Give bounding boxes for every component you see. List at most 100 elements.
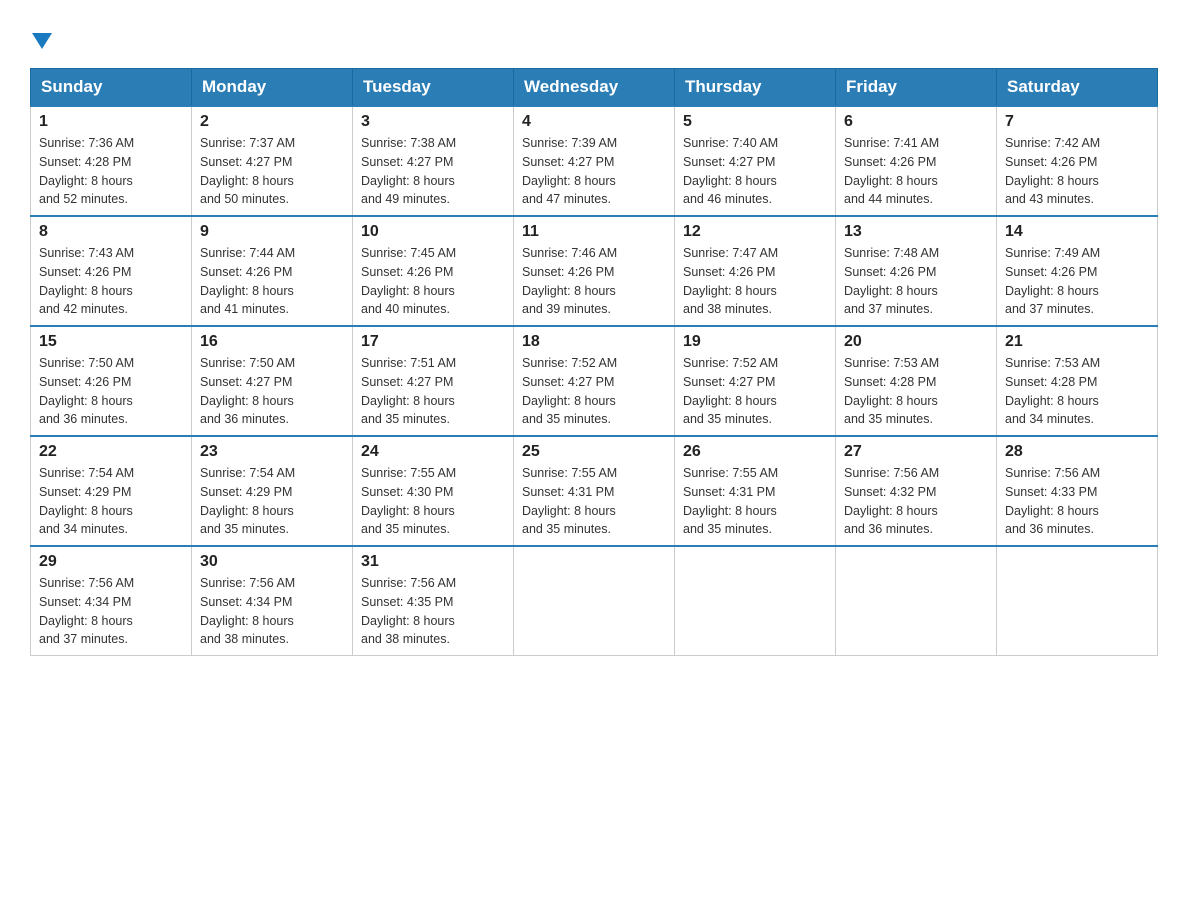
day-info: Sunrise: 7:39 AMSunset: 4:27 PMDaylight:… <box>522 136 617 206</box>
day-info: Sunrise: 7:37 AMSunset: 4:27 PMDaylight:… <box>200 136 295 206</box>
calendar-cell: 21 Sunrise: 7:53 AMSunset: 4:28 PMDaylig… <box>997 326 1158 436</box>
day-number: 10 <box>361 223 505 241</box>
calendar-cell <box>675 546 836 656</box>
day-number: 25 <box>522 443 666 461</box>
calendar-cell: 26 Sunrise: 7:55 AMSunset: 4:31 PMDaylig… <box>675 436 836 546</box>
calendar-cell: 11 Sunrise: 7:46 AMSunset: 4:26 PMDaylig… <box>514 216 675 326</box>
day-info: Sunrise: 7:55 AMSunset: 4:30 PMDaylight:… <box>361 466 456 536</box>
calendar-week-row: 22 Sunrise: 7:54 AMSunset: 4:29 PMDaylig… <box>31 436 1158 546</box>
day-number: 20 <box>844 333 988 351</box>
day-number: 7 <box>1005 113 1149 131</box>
day-number: 15 <box>39 333 183 351</box>
day-number: 31 <box>361 553 505 571</box>
day-number: 30 <box>200 553 344 571</box>
calendar-cell: 18 Sunrise: 7:52 AMSunset: 4:27 PMDaylig… <box>514 326 675 436</box>
calendar-header-row: SundayMondayTuesdayWednesdayThursdayFrid… <box>31 69 1158 107</box>
logo <box>30 20 52 52</box>
day-info: Sunrise: 7:52 AMSunset: 4:27 PMDaylight:… <box>683 356 778 426</box>
day-number: 24 <box>361 443 505 461</box>
calendar-day-header: Tuesday <box>353 69 514 107</box>
day-info: Sunrise: 7:41 AMSunset: 4:26 PMDaylight:… <box>844 136 939 206</box>
day-number: 26 <box>683 443 827 461</box>
calendar-cell: 25 Sunrise: 7:55 AMSunset: 4:31 PMDaylig… <box>514 436 675 546</box>
calendar-cell <box>997 546 1158 656</box>
day-info: Sunrise: 7:52 AMSunset: 4:27 PMDaylight:… <box>522 356 617 426</box>
day-info: Sunrise: 7:54 AMSunset: 4:29 PMDaylight:… <box>200 466 295 536</box>
day-number: 13 <box>844 223 988 241</box>
day-info: Sunrise: 7:50 AMSunset: 4:26 PMDaylight:… <box>39 356 134 426</box>
day-number: 21 <box>1005 333 1149 351</box>
calendar-cell: 10 Sunrise: 7:45 AMSunset: 4:26 PMDaylig… <box>353 216 514 326</box>
day-number: 1 <box>39 113 183 131</box>
calendar-cell: 2 Sunrise: 7:37 AMSunset: 4:27 PMDayligh… <box>192 106 353 216</box>
calendar-cell: 20 Sunrise: 7:53 AMSunset: 4:28 PMDaylig… <box>836 326 997 436</box>
calendar-cell: 29 Sunrise: 7:56 AMSunset: 4:34 PMDaylig… <box>31 546 192 656</box>
calendar-cell: 17 Sunrise: 7:51 AMSunset: 4:27 PMDaylig… <box>353 326 514 436</box>
calendar-week-row: 15 Sunrise: 7:50 AMSunset: 4:26 PMDaylig… <box>31 326 1158 436</box>
day-info: Sunrise: 7:49 AMSunset: 4:26 PMDaylight:… <box>1005 246 1100 316</box>
calendar-day-header: Thursday <box>675 69 836 107</box>
day-info: Sunrise: 7:55 AMSunset: 4:31 PMDaylight:… <box>683 466 778 536</box>
calendar-week-row: 1 Sunrise: 7:36 AMSunset: 4:28 PMDayligh… <box>31 106 1158 216</box>
logo-line1 <box>30 20 52 52</box>
calendar-cell: 15 Sunrise: 7:50 AMSunset: 4:26 PMDaylig… <box>31 326 192 436</box>
day-number: 3 <box>361 113 505 131</box>
calendar-table: SundayMondayTuesdayWednesdayThursdayFrid… <box>30 68 1158 656</box>
day-info: Sunrise: 7:51 AMSunset: 4:27 PMDaylight:… <box>361 356 456 426</box>
day-info: Sunrise: 7:43 AMSunset: 4:26 PMDaylight:… <box>39 246 134 316</box>
day-number: 17 <box>361 333 505 351</box>
calendar-cell: 13 Sunrise: 7:48 AMSunset: 4:26 PMDaylig… <box>836 216 997 326</box>
calendar-cell: 3 Sunrise: 7:38 AMSunset: 4:27 PMDayligh… <box>353 106 514 216</box>
day-number: 23 <box>200 443 344 461</box>
day-number: 8 <box>39 223 183 241</box>
day-info: Sunrise: 7:55 AMSunset: 4:31 PMDaylight:… <box>522 466 617 536</box>
day-info: Sunrise: 7:53 AMSunset: 4:28 PMDaylight:… <box>844 356 939 426</box>
day-info: Sunrise: 7:56 AMSunset: 4:33 PMDaylight:… <box>1005 466 1100 536</box>
day-number: 4 <box>522 113 666 131</box>
day-number: 9 <box>200 223 344 241</box>
logo-triangle-icon <box>32 33 52 49</box>
calendar-cell: 31 Sunrise: 7:56 AMSunset: 4:35 PMDaylig… <box>353 546 514 656</box>
day-number: 11 <box>522 223 666 241</box>
day-info: Sunrise: 7:44 AMSunset: 4:26 PMDaylight:… <box>200 246 295 316</box>
day-number: 6 <box>844 113 988 131</box>
calendar-cell: 1 Sunrise: 7:36 AMSunset: 4:28 PMDayligh… <box>31 106 192 216</box>
calendar-cell: 5 Sunrise: 7:40 AMSunset: 4:27 PMDayligh… <box>675 106 836 216</box>
day-info: Sunrise: 7:38 AMSunset: 4:27 PMDaylight:… <box>361 136 456 206</box>
calendar-day-header: Monday <box>192 69 353 107</box>
calendar-cell: 27 Sunrise: 7:56 AMSunset: 4:32 PMDaylig… <box>836 436 997 546</box>
day-info: Sunrise: 7:56 AMSunset: 4:34 PMDaylight:… <box>200 576 295 646</box>
calendar-day-header: Wednesday <box>514 69 675 107</box>
calendar-cell <box>836 546 997 656</box>
calendar-cell: 16 Sunrise: 7:50 AMSunset: 4:27 PMDaylig… <box>192 326 353 436</box>
day-info: Sunrise: 7:56 AMSunset: 4:35 PMDaylight:… <box>361 576 456 646</box>
day-number: 27 <box>844 443 988 461</box>
day-number: 12 <box>683 223 827 241</box>
day-info: Sunrise: 7:53 AMSunset: 4:28 PMDaylight:… <box>1005 356 1100 426</box>
calendar-day-header: Friday <box>836 69 997 107</box>
day-info: Sunrise: 7:36 AMSunset: 4:28 PMDaylight:… <box>39 136 134 206</box>
day-number: 16 <box>200 333 344 351</box>
calendar-cell: 14 Sunrise: 7:49 AMSunset: 4:26 PMDaylig… <box>997 216 1158 326</box>
calendar-cell: 24 Sunrise: 7:55 AMSunset: 4:30 PMDaylig… <box>353 436 514 546</box>
day-number: 19 <box>683 333 827 351</box>
day-info: Sunrise: 7:47 AMSunset: 4:26 PMDaylight:… <box>683 246 778 316</box>
calendar-week-row: 29 Sunrise: 7:56 AMSunset: 4:34 PMDaylig… <box>31 546 1158 656</box>
day-info: Sunrise: 7:46 AMSunset: 4:26 PMDaylight:… <box>522 246 617 316</box>
day-number: 2 <box>200 113 344 131</box>
day-info: Sunrise: 7:54 AMSunset: 4:29 PMDaylight:… <box>39 466 134 536</box>
calendar-cell: 22 Sunrise: 7:54 AMSunset: 4:29 PMDaylig… <box>31 436 192 546</box>
calendar-cell: 23 Sunrise: 7:54 AMSunset: 4:29 PMDaylig… <box>192 436 353 546</box>
day-number: 5 <box>683 113 827 131</box>
day-info: Sunrise: 7:50 AMSunset: 4:27 PMDaylight:… <box>200 356 295 426</box>
calendar-cell: 8 Sunrise: 7:43 AMSunset: 4:26 PMDayligh… <box>31 216 192 326</box>
calendar-cell: 12 Sunrise: 7:47 AMSunset: 4:26 PMDaylig… <box>675 216 836 326</box>
day-info: Sunrise: 7:45 AMSunset: 4:26 PMDaylight:… <box>361 246 456 316</box>
page-header <box>30 20 1158 52</box>
calendar-cell <box>514 546 675 656</box>
day-number: 18 <box>522 333 666 351</box>
day-number: 29 <box>39 553 183 571</box>
day-number: 22 <box>39 443 183 461</box>
day-info: Sunrise: 7:56 AMSunset: 4:34 PMDaylight:… <box>39 576 134 646</box>
calendar-cell: 28 Sunrise: 7:56 AMSunset: 4:33 PMDaylig… <box>997 436 1158 546</box>
